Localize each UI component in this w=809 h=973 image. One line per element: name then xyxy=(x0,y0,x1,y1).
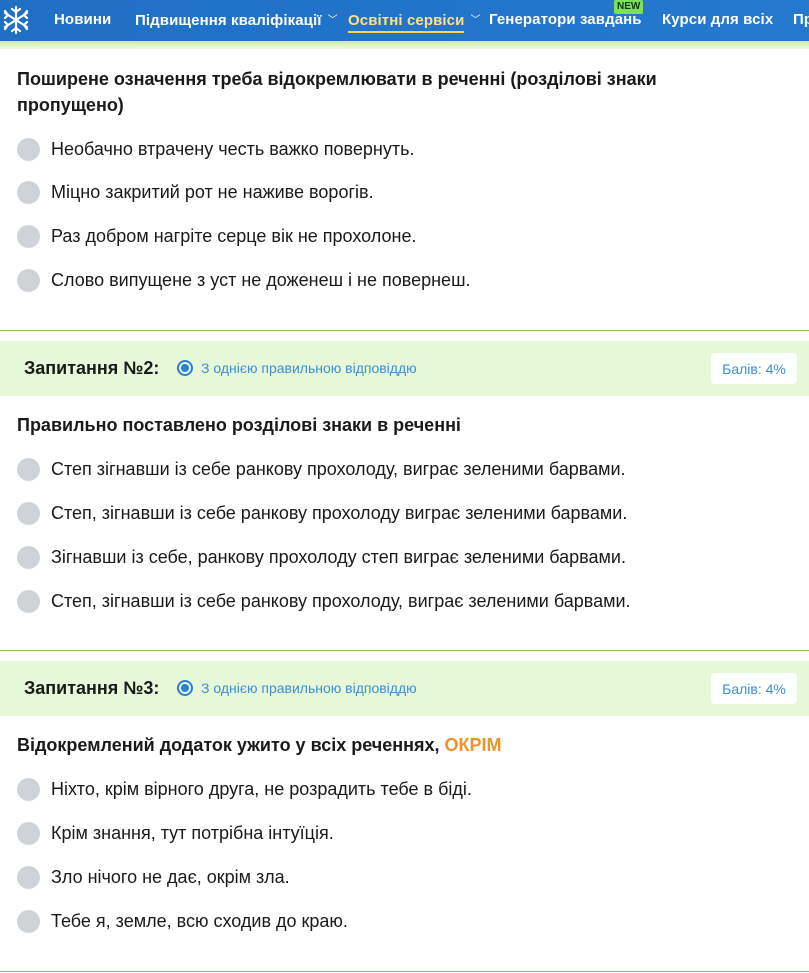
option-text: Зігнавши із себе, ранкову прохолоду степ… xyxy=(51,546,626,567)
question-2-header: Запитання №2: З однією правильною відпов… xyxy=(0,341,809,396)
q3-option-2[interactable]: Крім знання, тут потрібна інтуїція. xyxy=(17,821,334,845)
radio-button-icon[interactable] xyxy=(17,137,40,161)
points-badge: Балів: 4% xyxy=(711,353,797,384)
question-type: З однією правильною відповіддю xyxy=(177,360,417,376)
radio-indicator-icon xyxy=(177,680,193,696)
question-1-title-line1: Поширене означення треба відокремлювати … xyxy=(17,69,657,89)
question-number: Запитання №2: xyxy=(24,358,160,378)
option-text: Степ, зігнавши із себе ранкову прохолоду… xyxy=(51,590,631,611)
option-text: Тебе я, земле, всю сходив до краю. xyxy=(51,910,348,931)
q2-option-2[interactable]: Степ, зігнавши із себе ранкову прохолоду… xyxy=(17,501,627,525)
top-navigation: Новини Підвищення кваліфікації ﹀ Освітні … xyxy=(0,0,809,41)
option-text: Ніхто, крім вірного друга, не розрадить … xyxy=(51,778,472,799)
q1-option-3[interactable]: Раз добром нагріте серце вік не прохолон… xyxy=(17,224,416,248)
question-1-title-line2: пропущено) xyxy=(17,95,124,115)
q2-option-4[interactable]: Степ, зігнавши із себе ранкову прохолоду… xyxy=(17,589,631,613)
question-3-title-accent: ОКРІМ xyxy=(444,735,502,755)
snowflake-logo-icon[interactable] xyxy=(2,5,30,35)
option-text: Міцно закритий рот не наживе ворогів. xyxy=(51,181,374,202)
points-badge: Балів: 4% xyxy=(711,673,797,704)
question-type-label: З однією правильною відповіддю xyxy=(201,360,417,376)
option-text: Степ зігнавши із себе ранкову прохолоду,… xyxy=(51,458,626,479)
option-text: Степ, зігнавши із себе ранкову прохолоду… xyxy=(51,502,628,523)
q1-option-2[interactable]: Міцно закритий рот не наживе ворогів. xyxy=(17,180,374,204)
option-text: Необачно втрачену честь важко повернуть. xyxy=(51,138,415,159)
radio-button-icon[interactable] xyxy=(17,589,40,613)
q1-option-4[interactable]: Слово випущене з уст не доженеш і не пов… xyxy=(17,268,471,292)
radio-button-icon[interactable] xyxy=(17,224,40,248)
divider xyxy=(0,330,809,331)
radio-button-icon[interactable] xyxy=(17,457,40,481)
nav-item-courses[interactable]: Курси для всіх xyxy=(662,11,773,28)
question-3-header: Запитання №3: З однією правильною відпов… xyxy=(0,661,809,716)
question-3-title: Відокремлений додаток ужито у всіх речен… xyxy=(17,732,502,758)
chevron-down-icon: ﹀ xyxy=(327,15,338,26)
q3-option-3[interactable]: Зло нічого не дає, окрім зла. xyxy=(17,865,290,889)
q2-option-1[interactable]: Степ зігнавши із себе ранкову прохолоду,… xyxy=(17,457,626,481)
radio-indicator-icon xyxy=(177,360,193,376)
option-text: Слово випущене з уст не доженеш і не пов… xyxy=(51,269,471,290)
radio-button-icon[interactable] xyxy=(17,821,40,845)
radio-button-icon[interactable] xyxy=(17,180,40,204)
option-text: Зло нічого не дає, окрім зла. xyxy=(51,866,290,887)
nav-item-news[interactable]: Новини xyxy=(54,11,111,28)
q3-option-4[interactable]: Тебе я, земле, всю сходив до краю. xyxy=(17,909,348,933)
radio-button-icon[interactable] xyxy=(17,777,40,801)
question-2-title: Правильно поставлено розділові знаки в р… xyxy=(17,415,461,435)
option-text: Раз добром нагріте серце вік не прохолон… xyxy=(51,225,417,246)
nav-item-qualification[interactable]: Підвищення кваліфікації ﹀ xyxy=(135,11,338,29)
nav-underglow xyxy=(0,41,809,49)
radio-button-icon[interactable] xyxy=(17,501,40,525)
question-type: З однією правильною відповіддю xyxy=(177,680,417,696)
chevron-down-icon: ﹀ xyxy=(470,15,481,26)
radio-button-icon[interactable] xyxy=(17,865,40,889)
question-3-title-text: Відокремлений додаток ужито у всіх речен… xyxy=(17,735,440,755)
q1-option-1[interactable]: Необачно втрачену честь важко повернуть. xyxy=(17,137,414,161)
nav-item-edu-services[interactable]: Освітні сервіси ﹀ xyxy=(348,11,481,33)
q2-option-3[interactable]: Зігнавши із себе, ранкову прохолоду степ… xyxy=(17,545,626,569)
divider xyxy=(0,971,809,972)
divider xyxy=(0,650,809,651)
radio-button-icon[interactable] xyxy=(17,909,40,933)
nav-item-more[interactable]: Пр xyxy=(793,11,809,28)
radio-button-icon[interactable] xyxy=(17,545,40,569)
question-number: Запитання №3: xyxy=(24,678,160,698)
radio-button-icon[interactable] xyxy=(17,268,40,292)
option-text: Крім знання, тут потрібна інтуїція. xyxy=(51,822,334,843)
question-type-label: З однією правильною відповіддю xyxy=(201,680,417,696)
question-1-title: Поширене означення треба відокремлювати … xyxy=(17,66,657,118)
new-badge: NEW xyxy=(614,0,644,14)
q3-option-1[interactable]: Ніхто, крім вірного друга, не розрадить … xyxy=(17,777,472,801)
